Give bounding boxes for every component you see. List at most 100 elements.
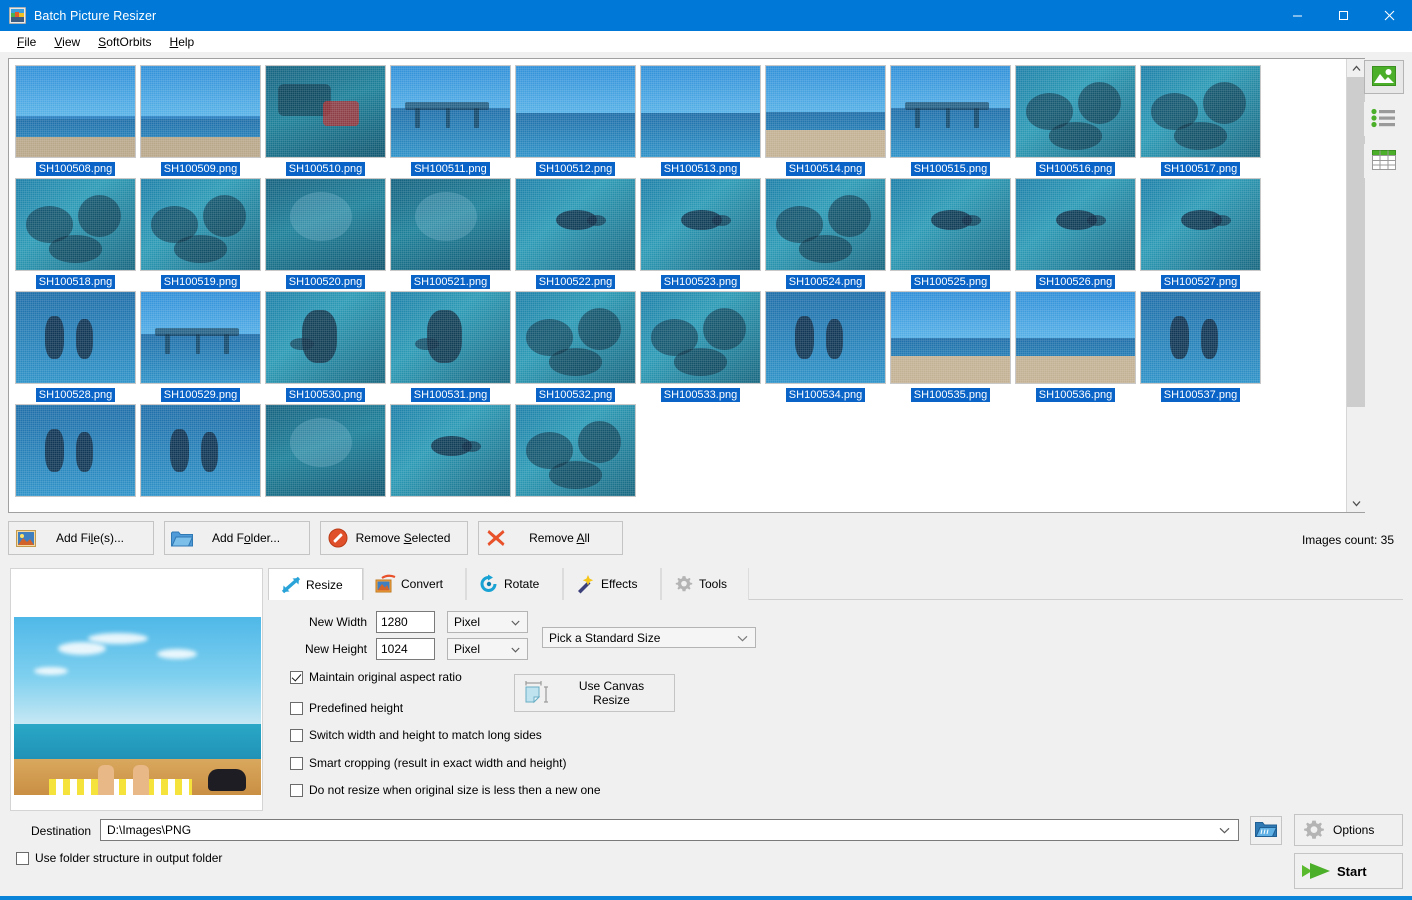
thumbnail-cell[interactable]: SH100514.png xyxy=(763,63,888,176)
scrollbar-track[interactable] xyxy=(1347,77,1365,494)
resize-option-row[interactable]: Maintain original aspect ratio xyxy=(290,670,462,684)
thumbnail-cell[interactable] xyxy=(138,402,263,512)
thumbnail-cell[interactable]: SH100508.png xyxy=(13,63,138,176)
thumbnail-cell[interactable] xyxy=(263,402,388,512)
options-button[interactable]: Options xyxy=(1294,814,1403,846)
browse-destination-button[interactable] xyxy=(1250,816,1282,845)
thumbnail-image[interactable] xyxy=(765,178,886,271)
thumbnail-cell[interactable]: SH100528.png xyxy=(13,289,138,402)
thumbnail-cell[interactable]: SH100518.png xyxy=(13,176,138,289)
thumbnail-image[interactable] xyxy=(1015,65,1136,158)
remove-all-button[interactable]: Remove All xyxy=(478,521,623,555)
view-mode-details-button[interactable] xyxy=(1364,144,1404,178)
thumbnail-image[interactable] xyxy=(890,65,1011,158)
thumbnail-cell[interactable]: SH100532.png xyxy=(513,289,638,402)
thumbnail-cell[interactable]: SH100522.png xyxy=(513,176,638,289)
resize-option-checkbox[interactable] xyxy=(290,670,303,684)
tab-resize[interactable]: Resize xyxy=(268,568,363,601)
view-mode-thumbnail-button[interactable] xyxy=(1364,60,1404,94)
thumbnail-cell[interactable]: SH100530.png xyxy=(263,289,388,402)
new-width-unit-select[interactable]: Pixel xyxy=(447,611,528,633)
thumbnail-cell[interactable]: SH100536.png xyxy=(1013,289,1138,402)
thumbnail-image[interactable] xyxy=(890,291,1011,384)
chevron-down-icon[interactable] xyxy=(1219,823,1230,837)
minimize-button[interactable] xyxy=(1274,0,1320,31)
thumbnail-image[interactable] xyxy=(515,404,636,497)
thumbnail-cell[interactable]: SH100527.png xyxy=(1138,176,1263,289)
thumbnail-cell[interactable]: SH100535.png xyxy=(888,289,1013,402)
scroll-up-arrow-icon[interactable] xyxy=(1347,59,1365,77)
thumbnail-image[interactable] xyxy=(390,65,511,158)
maximize-button[interactable] xyxy=(1320,0,1366,31)
resize-option-row[interactable]: Predefined height xyxy=(290,701,403,715)
thumbnail-image[interactable] xyxy=(1140,291,1261,384)
use-folder-structure-row[interactable]: Use folder structure in output folder xyxy=(16,851,222,865)
menu-softorbits[interactable]: SoftOrbits xyxy=(89,33,160,51)
thumbnail-image[interactable] xyxy=(765,65,886,158)
scroll-down-arrow-icon[interactable] xyxy=(1347,494,1365,512)
thumbnail-cell[interactable]: SH100521.png xyxy=(388,176,513,289)
thumbnail-image[interactable] xyxy=(640,65,761,158)
thumbnail-image[interactable] xyxy=(140,65,261,158)
thumbnail-image[interactable] xyxy=(390,178,511,271)
thumbnail-cell[interactable]: SH100519.png xyxy=(138,176,263,289)
thumbnail-image[interactable] xyxy=(515,65,636,158)
resize-option-checkbox[interactable] xyxy=(290,783,303,797)
thumbnail-cell[interactable]: SH100531.png xyxy=(388,289,513,402)
thumbnail-image[interactable] xyxy=(15,178,136,271)
menu-help[interactable]: Help xyxy=(161,33,204,51)
thumbnail-image[interactable] xyxy=(1140,65,1261,158)
thumbnail-image[interactable] xyxy=(265,291,386,384)
thumbnail-cell[interactable]: SH100529.png xyxy=(138,289,263,402)
menu-view[interactable]: View xyxy=(45,33,89,51)
new-width-input[interactable]: 1280 xyxy=(376,611,435,633)
thumbnail-image[interactable] xyxy=(265,404,386,497)
thumbnail-cell[interactable]: SH100515.png xyxy=(888,63,1013,176)
thumbnail-cell[interactable]: SH100513.png xyxy=(638,63,763,176)
thumbnail-image[interactable] xyxy=(765,291,886,384)
thumbnail-image[interactable] xyxy=(265,178,386,271)
thumbnail-image[interactable] xyxy=(15,291,136,384)
close-button[interactable] xyxy=(1366,0,1412,31)
thumbnail-cell[interactable]: SH100533.png xyxy=(638,289,763,402)
thumbnail-cell[interactable]: SH100509.png xyxy=(138,63,263,176)
thumbnail-image[interactable] xyxy=(890,178,1011,271)
start-button[interactable]: Start xyxy=(1294,853,1403,889)
new-height-unit-select[interactable]: Pixel xyxy=(447,638,528,660)
thumbnail-cell[interactable]: SH100517.png xyxy=(1138,63,1263,176)
tab-convert[interactable]: Convert xyxy=(363,568,466,600)
thumbnail-cell[interactable]: SH100516.png xyxy=(1013,63,1138,176)
thumbnail-cell[interactable]: SH100520.png xyxy=(263,176,388,289)
thumbnail-cell[interactable]: SH100534.png xyxy=(763,289,888,402)
scrollbar-thumb[interactable] xyxy=(1347,77,1365,407)
view-mode-list-button[interactable] xyxy=(1364,102,1404,136)
thumbnail-image[interactable] xyxy=(1015,178,1136,271)
thumbnail-cell[interactable] xyxy=(13,402,138,512)
thumbnail-scrollbar[interactable] xyxy=(1346,59,1365,512)
thumbnail-image[interactable] xyxy=(140,404,261,497)
thumbnail-image[interactable] xyxy=(15,65,136,158)
thumbnail-image[interactable] xyxy=(515,291,636,384)
thumbnail-cell[interactable]: SH100537.png xyxy=(1138,289,1263,402)
thumbnail-cell[interactable]: SH100524.png xyxy=(763,176,888,289)
add-folder-button[interactable]: Add Folder... xyxy=(164,521,310,555)
thumbnail-cell[interactable]: SH100526.png xyxy=(1013,176,1138,289)
resize-option-checkbox[interactable] xyxy=(290,756,303,770)
resize-option-row[interactable]: Do not resize when original size is less… xyxy=(290,783,601,797)
thumbnail-image[interactable] xyxy=(140,291,261,384)
thumbnail-cell[interactable] xyxy=(513,402,638,512)
thumbnail-cell[interactable] xyxy=(388,402,513,512)
tab-tools[interactable]: Tools xyxy=(661,568,749,600)
standard-size-select[interactable]: Pick a Standard Size xyxy=(542,627,756,648)
resize-option-row[interactable]: Smart cropping (result in exact width an… xyxy=(290,756,566,770)
thumbnail-cell[interactable]: SH100523.png xyxy=(638,176,763,289)
destination-input[interactable]: D:\Images\PNG xyxy=(100,819,1239,841)
thumbnail-image[interactable] xyxy=(1140,178,1261,271)
menu-file[interactable]: File xyxy=(8,33,45,51)
thumbnail-image[interactable] xyxy=(390,404,511,497)
thumbnail-cell[interactable]: SH100510.png xyxy=(263,63,388,176)
resize-option-checkbox[interactable] xyxy=(290,701,303,715)
tab-effects[interactable]: Effects xyxy=(563,568,661,600)
thumbnail-image[interactable] xyxy=(140,178,261,271)
thumbnail-image[interactable] xyxy=(515,178,636,271)
